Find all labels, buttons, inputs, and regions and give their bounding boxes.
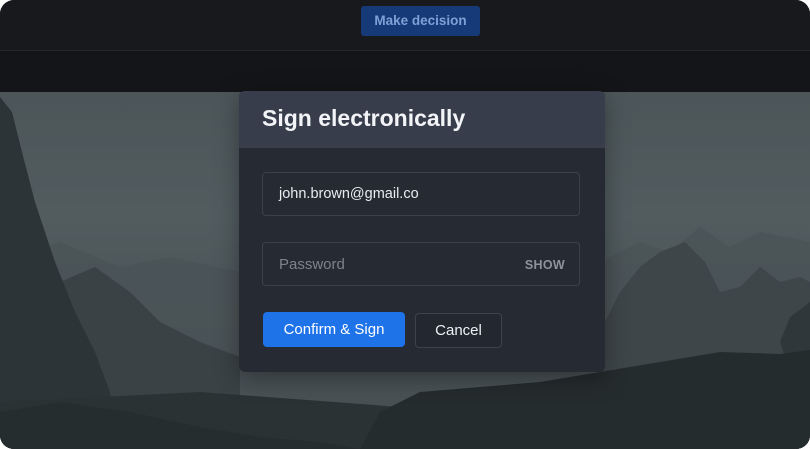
app-window: Make decision Sign electronically john.b xyxy=(0,0,810,449)
password-field[interactable]: Password SHOW xyxy=(262,242,580,286)
dialog-header: Sign electronically xyxy=(239,91,605,148)
email-field[interactable]: john.brown@gmail.co xyxy=(262,172,580,216)
make-decision-button[interactable]: Make decision xyxy=(361,6,480,36)
show-password-toggle[interactable]: SHOW xyxy=(525,258,565,272)
confirm-and-sign-button[interactable]: Confirm & Sign xyxy=(263,312,405,347)
password-placeholder: Password xyxy=(279,256,345,273)
email-value: john.brown@gmail.co xyxy=(279,186,419,202)
cancel-button[interactable]: Cancel xyxy=(415,313,502,348)
top-bar: Make decision xyxy=(0,0,810,51)
sign-electronically-dialog: Sign electronically john.brown@gmail.co … xyxy=(239,91,605,372)
dialog-title: Sign electronically xyxy=(262,105,466,131)
sub-bar xyxy=(0,51,810,92)
